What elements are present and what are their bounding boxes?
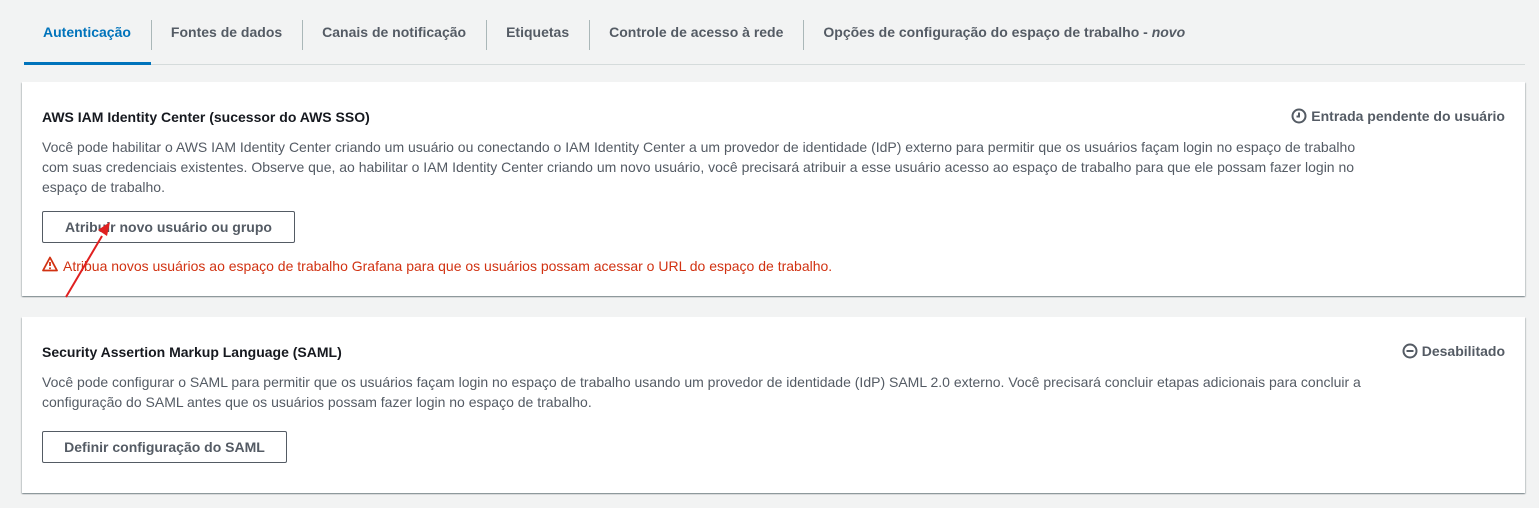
- iam-description: Você pode habilitar o AWS IAM Identity C…: [42, 139, 1356, 195]
- tab-label: Canais de notificação: [322, 24, 467, 40]
- iam-card-title: AWS IAM Identity Center (sucessor do AWS…: [42, 109, 370, 125]
- define-saml-configuration-button[interactable]: Definir configuração do SAML: [42, 431, 287, 463]
- tab-authentication[interactable]: Autenticação: [24, 0, 151, 65]
- iam-warning: Atribua novos usuários ao espaço de trab…: [42, 256, 832, 275]
- saml-card: Security Assertion Markup Language (SAML…: [22, 317, 1525, 493]
- new-suffix: novo: [1151, 24, 1186, 40]
- tab-label: Autenticação: [43, 24, 131, 40]
- iam-warning-text: Atribua novos usuários ao espaço de trab…: [63, 257, 833, 274]
- tab-notification-channels[interactable]: Canais de notificação: [302, 0, 486, 64]
- tab-bar: Autenticação Fontes de dados Canais de n…: [24, 0, 1525, 65]
- minus-circle-icon: [1402, 343, 1418, 359]
- tab-label: Fontes de dados: [170, 24, 283, 40]
- tab-tags[interactable]: Etiquetas: [486, 0, 589, 64]
- saml-description: Você pode configurar o SAML para permiti…: [42, 374, 1361, 410]
- iam-status: Entrada pendente do usuário: [1291, 108, 1505, 124]
- tab-network-access-control[interactable]: Controle de acesso à rede: [589, 0, 803, 64]
- saml-status: Desabilitado: [1402, 343, 1505, 359]
- tab-label: Opções de configuração do espaço de trab…: [823, 24, 1152, 40]
- tab-label: Etiquetas: [506, 24, 570, 40]
- clock-icon: [1291, 108, 1307, 124]
- saml-card-title: Security Assertion Markup Language (SAML…: [42, 344, 342, 360]
- assign-user-or-group-button[interactable]: Atribuir novo usuário ou grupo: [42, 211, 295, 243]
- saml-status-text: Desabilitado: [1421, 343, 1505, 359]
- warning-triangle-icon: [42, 256, 58, 275]
- tab-workspace-configuration-options[interactable]: Opções de configuração do espaço de trab…: [803, 0, 1205, 64]
- iam-identity-center-card: AWS IAM Identity Center (sucessor do AWS…: [22, 82, 1525, 296]
- tab-label: Controle de acesso à rede: [609, 24, 784, 40]
- tab-data-sources[interactable]: Fontes de dados: [150, 0, 302, 64]
- iam-status-text: Entrada pendente do usuário: [1311, 108, 1505, 124]
